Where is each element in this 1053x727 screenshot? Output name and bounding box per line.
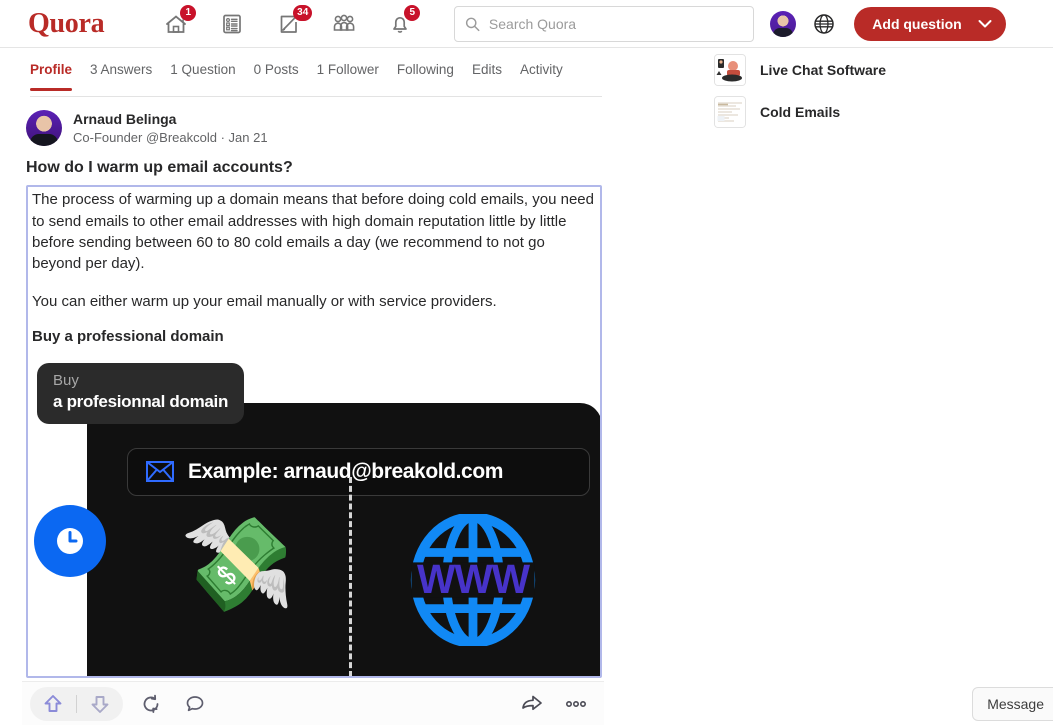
share-arrow-icon [522,695,542,710]
question-title[interactable]: How do I warm up email accounts? [26,159,602,177]
globe-icon [814,13,835,34]
user-avatar[interactable] [770,10,797,37]
author-credential-date: Co-Founder @Breakcold · Jan 21 [73,129,268,145]
answer-paragraph-1: The process of warming up a domain means… [32,191,594,273]
graphic-title-line2: a profesionnal domain [53,391,229,411]
quora-logo[interactable]: Quora [28,9,105,38]
tab-followers[interactable]: 1 Follower [317,62,379,90]
answer-subheading: Buy a professional domain [32,327,224,345]
downvote-arrow-icon [91,695,109,713]
sidebar-ad-list: Live Chat Software Cold Emails [714,54,1014,138]
search-bar[interactable] [454,5,755,42]
svg-text:WWW: WWW [417,556,531,602]
spaces-people-icon [333,14,355,31]
graphic-example-email-chip: Example: arnaud@breakold.com [127,447,590,496]
home-badge: 1 [180,4,197,21]
nav-notifications-button[interactable]: 5 [372,4,428,44]
graphic-divider-dashed [349,476,352,677]
share-button[interactable] [510,687,554,721]
tab-activity[interactable]: Activity [520,62,563,90]
ad-label-live-chat: Live Chat Software [760,62,887,78]
write-badge: 34 [293,4,313,21]
graphic-title-line1: Buy [53,371,79,389]
tab-answers[interactable]: 3 Answers [90,62,152,90]
repost-icon [143,694,159,713]
tab-profile[interactable]: Profile [30,62,73,91]
author-name[interactable]: Arnaud Belinga [73,110,268,129]
money-with-wings-emoji: 💸 [180,513,295,616]
upvote-button[interactable] [30,687,76,721]
notifications-badge: 5 [404,4,421,21]
more-options-button[interactable] [554,687,598,721]
answer-paragraph-2: You can either warm up your email manual… [32,292,497,310]
ad-item-live-chat-software[interactable]: Live Chat Software [714,54,1014,86]
language-globe-button[interactable] [812,12,836,36]
message-button[interactable]: Message [972,687,1053,721]
repost-button[interactable] [129,687,173,721]
answer-author-row: Arnaud Belinga Co-Founder @Breakcold · J… [26,110,602,147]
downvote-button[interactable] [77,687,123,721]
graphic-clock-badge [34,504,106,577]
add-question-button[interactable]: Add question [854,6,1006,41]
tab-posts[interactable]: 0 Posts [254,62,299,90]
envelope-icon [146,461,174,483]
author-info: Arnaud Belinga Co-Founder @Breakcold · J… [73,110,268,146]
www-globe-graphic: WWW [410,513,536,646]
answer-content-selection[interactable]: The process of warming up a domain means… [26,185,602,679]
answer-action-bar [22,681,604,725]
chevron-down-icon [978,19,992,27]
tab-edits[interactable]: Edits [472,62,502,90]
live-chat-thumbnail-icon [715,55,745,85]
vote-control [30,686,123,721]
comment-bubble-icon [186,695,204,711]
tab-following[interactable]: Following [397,62,454,90]
upvote-arrow-icon [44,694,62,712]
search-icon [466,17,480,31]
clock-icon [57,527,83,554]
graphic-title-chip: Buy a profesionnal domain [37,362,245,424]
nav-answer-button[interactable] [204,4,260,44]
answer-card: Arnaud Belinga Co-Founder @Breakcold · J… [26,110,602,679]
ad-item-cold-emails[interactable]: Cold Emails [714,96,1014,128]
ad-thumbnail-cold-emails [714,96,746,128]
more-options-icon [565,700,586,707]
ad-thumbnail-live-chat [714,54,746,86]
profile-tab-bar: Profile 3 Answers 1 Question 0 Posts 1 F… [30,49,602,97]
add-question-label: Add question [872,15,962,32]
answer-list-icon [223,14,242,33]
comment-button[interactable] [173,687,217,721]
author-avatar[interactable] [26,110,62,147]
nav-spaces-button[interactable] [316,4,372,44]
answer-embedded-image[interactable]: Buy a profesionnal domain Example: arnau… [32,359,600,677]
nav-icon-group: 1 34 5 [148,4,428,44]
top-navigation-bar: Quora 1 34 5 Search Quora Add question [0,0,1053,48]
graphic-example-email-text: Example: arnaud@breakold.com [188,459,504,483]
tab-questions[interactable]: 1 Question [170,62,235,90]
nav-write-button[interactable]: 34 [260,4,316,44]
nav-home-button[interactable]: 1 [148,4,204,44]
search-input[interactable] [488,15,744,32]
cold-emails-thumbnail-icon [715,97,745,127]
ad-label-cold-emails: Cold Emails [760,104,841,120]
